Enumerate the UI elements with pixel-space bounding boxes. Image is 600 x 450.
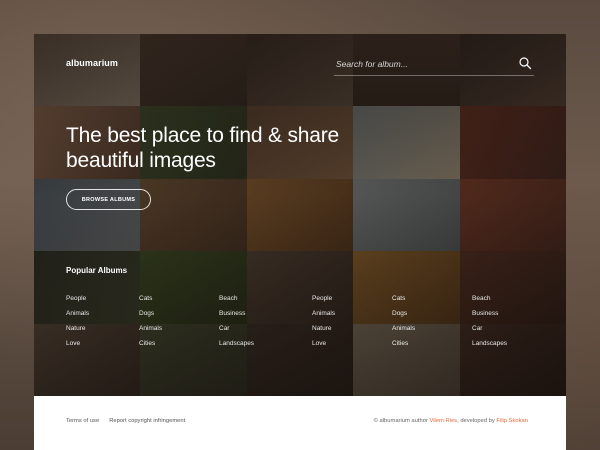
album-column: Cats Dogs Animals Cities [139, 291, 219, 351]
album-column: Beach Business Car Landscapes [472, 291, 532, 351]
browse-albums-button[interactable]: BROWSE ALBUMS [66, 189, 151, 210]
album-link[interactable]: People [66, 291, 139, 306]
logo[interactable]: albumarium [66, 58, 118, 68]
album-link[interactable]: Business [472, 306, 532, 321]
hero-headline-line2: beautiful images [66, 149, 216, 172]
album-link[interactable]: Cities [392, 336, 472, 351]
hero-headline-line1: The best place to find & share [66, 124, 339, 147]
album-link[interactable]: Landscapes [472, 336, 532, 351]
album-column: People Animals Nature Love [66, 291, 139, 351]
album-link[interactable]: People [312, 291, 392, 306]
album-link[interactable]: Nature [66, 321, 139, 336]
footer-credits: © albumarium author Vilem Ries, develope… [374, 418, 528, 424]
footer: Terms of use Report copyright infringeme… [34, 396, 566, 450]
album-link[interactable]: Dogs [392, 306, 472, 321]
page-frame: albumarium The best place to find & shar… [34, 34, 566, 450]
album-link[interactable]: Beach [219, 291, 312, 306]
search-icon[interactable] [518, 56, 532, 70]
album-column: People Animals Nature Love [312, 291, 392, 351]
album-link[interactable]: Nature [312, 321, 392, 336]
popular-albums-grid: People Animals Nature Love Cats Dogs Ani… [66, 291, 526, 351]
hero-section: albumarium The best place to find & shar… [34, 34, 566, 396]
report-copyright-link[interactable]: Report copyright infringement [109, 418, 185, 424]
terms-of-use-link[interactable]: Terms of use [66, 418, 99, 424]
search-input[interactable] [334, 55, 504, 73]
album-link[interactable]: Cats [139, 291, 219, 306]
top-bar: albumarium [34, 34, 566, 94]
album-column: Cats Dogs Animals Cities [392, 291, 472, 351]
album-link[interactable]: Animals [392, 321, 472, 336]
album-link[interactable]: Cats [392, 291, 472, 306]
credits-prefix: © albumarium author [373, 418, 430, 424]
album-link[interactable]: Animals [66, 306, 139, 321]
album-link[interactable]: Love [66, 336, 139, 351]
album-link[interactable]: Car [219, 321, 312, 336]
footer-links: Terms of use Report copyright infringeme… [66, 418, 185, 424]
album-link[interactable]: Landscapes [219, 336, 312, 351]
popular-albums-title: Popular Albums [66, 266, 128, 275]
author-link[interactable]: Vilem Ries [429, 418, 457, 424]
album-link[interactable]: Dogs [139, 306, 219, 321]
hero-headline: The best place to find & share beautiful… [66, 123, 386, 173]
album-link[interactable]: Love [312, 336, 392, 351]
search-box [334, 54, 534, 76]
album-link[interactable]: Animals [139, 321, 219, 336]
credits-middle: , developed by [457, 418, 497, 424]
album-link[interactable]: Business [219, 306, 312, 321]
album-link[interactable]: Animals [312, 306, 392, 321]
album-column: Beach Business Car Landscapes [219, 291, 312, 351]
developer-link[interactable]: Filip Skokan [496, 418, 528, 424]
album-link[interactable]: Car [472, 321, 532, 336]
album-link[interactable]: Cities [139, 336, 219, 351]
album-link[interactable]: Beach [472, 291, 532, 306]
